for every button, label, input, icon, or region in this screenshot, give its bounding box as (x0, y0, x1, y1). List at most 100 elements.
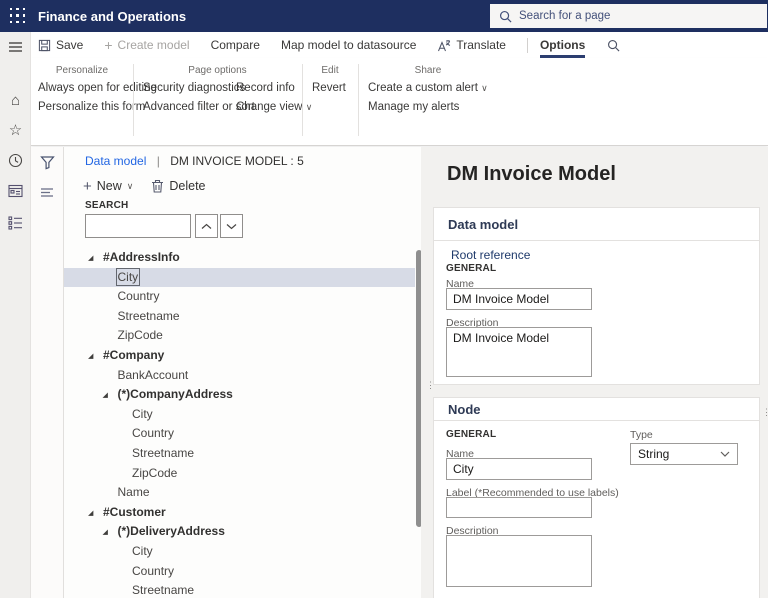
tree-node-zipcode[interactable]: ZipCode (64, 464, 415, 484)
tree-node-label: ZipCode (132, 466, 177, 480)
data-model-section: Data model Root reference GENERAL Name D… (433, 207, 760, 385)
tree-node-label: (*)DeliveryAddress (118, 524, 225, 538)
plus-icon: + (104, 39, 112, 51)
tree-node-streetname[interactable]: Streetname (64, 444, 415, 464)
recent-clock-icon[interactable] (0, 153, 31, 173)
tree-node-label: (*)CompanyAddress (118, 387, 233, 401)
general-group-label: GENERAL (446, 263, 496, 274)
translate-button[interactable]: Translate (437, 32, 506, 58)
tree-node-country[interactable]: Country (64, 562, 415, 582)
search-previous-button[interactable] (195, 214, 218, 238)
node-type-select[interactable]: String (630, 443, 738, 465)
data-model-tree-panel: Data model | DM INVOICE MODEL : 5 + New … (64, 147, 421, 598)
global-search-box[interactable] (490, 4, 767, 28)
tree: ◢#AddressInfoCityCountryStreetnameZipCod… (64, 248, 415, 598)
ribbon-section-page-options: Page options Security diagnostics Advanc… (133, 58, 302, 146)
node-name-input[interactable] (446, 458, 592, 480)
root-reference-button[interactable]: Root reference (451, 248, 530, 262)
save-label: Save (56, 38, 83, 52)
ribbon-section-share: Share Create a custom alert ∨ Manage my … (358, 58, 498, 146)
node-label-input[interactable] (446, 497, 592, 518)
tree-search-input[interactable] (85, 214, 191, 238)
tree-node-label: ZipCode (118, 328, 163, 342)
pane-collapse-icon[interactable] (31, 185, 63, 203)
create-model-button[interactable]: + Create model (104, 32, 189, 58)
options-tab[interactable]: Options (540, 32, 585, 58)
tree-node-country[interactable]: Country (64, 424, 415, 444)
tree-node-city[interactable]: City (64, 542, 415, 562)
tree-toolbar: + New ∨ Delete (83, 175, 224, 197)
tree-node-country[interactable]: Country (64, 287, 415, 307)
plus-icon: + (83, 178, 92, 195)
record-info-button[interactable]: Record info (236, 82, 295, 94)
compare-button[interactable]: Compare (211, 32, 260, 58)
tree-node-customer[interactable]: ◢#Customer (64, 503, 415, 523)
app-launcher-waffle-icon[interactable] (10, 8, 26, 24)
favorites-star-icon[interactable]: ☆ (0, 123, 31, 139)
tree-node-label: BankAccount (118, 368, 189, 382)
tree-node-deliveryaddress[interactable]: ◢(*)DeliveryAddress (64, 522, 415, 542)
change-view-button[interactable]: Change view ∨ (236, 101, 312, 113)
filter-funnel-icon[interactable] (31, 155, 63, 175)
expanded-triangle-icon[interactable]: ◢ (103, 523, 118, 543)
map-model-to-datasource-button[interactable]: Map model to datasource (281, 32, 416, 58)
tree-node-name[interactable]: Name (64, 483, 415, 503)
nav-sidebar: ⌂ ☆ (0, 32, 31, 598)
create-custom-alert-label: Create a custom alert (368, 82, 478, 94)
action-search-button[interactable] (607, 32, 620, 58)
tree-node-city[interactable]: City (64, 405, 415, 425)
delete-label: Delete (169, 179, 205, 193)
expanded-triangle-icon[interactable]: ◢ (103, 386, 118, 406)
tree-node-streetname[interactable]: Streetname (64, 307, 415, 327)
model-name-input[interactable] (446, 288, 592, 310)
model-description-input[interactable]: DM Invoice Model (446, 327, 592, 377)
breadcrumb-record: DM INVOICE MODEL : 5 (170, 154, 304, 168)
create-custom-alert-button[interactable]: Create a custom alert ∨ (368, 82, 488, 94)
revert-button[interactable]: Revert (312, 82, 346, 94)
breadcrumb-separator: | (157, 154, 160, 168)
new-label: New (97, 179, 122, 193)
pane-splitter-handle[interactable]: ⋮ (762, 410, 766, 414)
search-next-button[interactable] (220, 214, 243, 238)
floppy-icon (38, 39, 51, 52)
save-button[interactable]: Save (38, 32, 83, 58)
breadcrumb-page-link[interactable]: Data model (85, 154, 146, 168)
node-description-input[interactable] (446, 535, 592, 587)
page-title: DM Invoice Model (447, 163, 616, 186)
tree-node-bankaccount[interactable]: BankAccount (64, 366, 415, 386)
hamburger-menu-icon[interactable] (0, 40, 31, 58)
global-search-input[interactable] (519, 10, 739, 22)
manage-my-alerts-button[interactable]: Manage my alerts (368, 101, 459, 113)
pane-splitter-handle[interactable]: ⋮ (426, 383, 430, 387)
tree-node-label: Country (132, 426, 174, 440)
tree-node-streetname[interactable]: Streetname (64, 581, 415, 598)
chevron-down-icon (226, 223, 237, 230)
compare-label: Compare (211, 38, 260, 52)
home-icon[interactable]: ⌂ (0, 93, 31, 109)
expanded-triangle-icon[interactable]: ◢ (88, 249, 103, 269)
delete-button[interactable]: Delete (151, 179, 205, 193)
tree-node-label: Name (118, 485, 150, 499)
translate-icon (437, 39, 451, 52)
tree-node-company[interactable]: ◢#Company (64, 346, 415, 366)
node-type-label: Type (630, 429, 653, 441)
tree-node-companyaddress[interactable]: ◢(*)CompanyAddress (64, 385, 415, 405)
general-group-label: GENERAL (446, 429, 496, 440)
workspaces-icon[interactable] (0, 184, 31, 203)
modules-list-icon[interactable] (0, 216, 31, 235)
tree-node-addressinfo[interactable]: ◢#AddressInfo (64, 248, 415, 268)
personalize-this-form-button[interactable]: Personalize this form (38, 101, 145, 113)
tree-node-zipcode[interactable]: ZipCode (64, 326, 415, 346)
node-section-header[interactable]: Node (434, 398, 759, 421)
map-model-label: Map model to datasource (281, 38, 416, 52)
tree-node-label: #AddressInfo (103, 250, 180, 264)
expanded-triangle-icon[interactable]: ◢ (88, 347, 103, 367)
tree-node-label: Streetname (132, 583, 194, 597)
expanded-triangle-icon[interactable]: ◢ (88, 504, 103, 524)
security-diagnostics-button[interactable]: Security diagnostics (143, 82, 245, 94)
new-button[interactable]: + New ∨ (83, 178, 133, 195)
tree-node-label: Country (132, 564, 174, 578)
data-model-section-header[interactable]: Data model (434, 208, 759, 241)
tree-node-city[interactable]: City (64, 268, 415, 288)
tree-node-label: Country (118, 289, 160, 303)
